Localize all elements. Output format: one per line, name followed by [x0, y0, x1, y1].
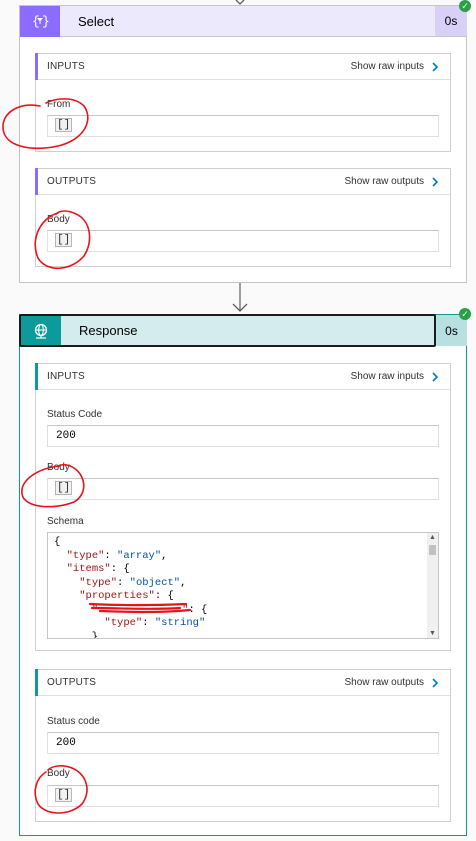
chevron-right-icon[interactable]	[430, 677, 440, 688]
response-success-check-icon: ✓	[459, 308, 471, 320]
select-from-label: From	[47, 99, 71, 110]
select-inputs-section: INPUTS Show raw inputs	[35, 53, 451, 152]
select-inputs-label: INPUTS	[47, 61, 85, 72]
response-outputs-label: OUTPUTS	[47, 677, 97, 688]
response-inputs-label: INPUTS	[47, 371, 85, 382]
svg-text:{: {	[32, 14, 40, 29]
select-from-value-field	[47, 115, 439, 137]
select-inputs-header: INPUTS Show raw inputs	[35, 53, 450, 80]
chevron-right-icon[interactable]	[430, 176, 440, 187]
response-output-body-field	[47, 785, 439, 807]
down-arrow-icon	[232, 283, 248, 312]
response-schema-label: Schema	[47, 516, 84, 527]
chevron-right-icon[interactable]	[430, 371, 440, 382]
select-action-header[interactable]: {} Select	[19, 5, 467, 37]
response-status-code-label: Status Code	[47, 409, 103, 420]
response-output-body-value: []	[55, 788, 73, 802]
svg-text:}: }	[42, 14, 49, 29]
select-body-value-field	[47, 230, 439, 252]
select-body-label: Body	[47, 214, 70, 225]
select-show-raw-inputs-link[interactable]: Show raw inputs	[351, 61, 424, 72]
select-title: Select	[78, 13, 115, 29]
response-show-raw-outputs-link[interactable]: Show raw outputs	[345, 677, 425, 688]
response-body-value: []	[55, 481, 73, 495]
response-status-code-value: 200	[56, 430, 76, 442]
response-output-body-label: Body	[47, 768, 70, 779]
select-icon: {}	[20, 5, 60, 37]
response-body-label: Body	[47, 462, 70, 473]
select-show-raw-outputs-link[interactable]: Show raw outputs	[345, 176, 425, 187]
response-schema-editor[interactable]: { "type": "array", "items": { "type": "o…	[47, 532, 439, 639]
response-output-status-code-value: 200	[56, 737, 76, 749]
schema-code: { "type": "array", "items": { "type": "o…	[54, 536, 208, 639]
response-icon	[21, 316, 61, 345]
select-from-value: []	[55, 118, 73, 132]
select-success-check-icon: ✓	[459, 0, 471, 12]
response-action-header[interactable]: Response	[19, 314, 436, 347]
schema-scrollbar[interactable]: ▲ ▼	[427, 533, 438, 638]
response-title: Response	[79, 323, 138, 338]
select-outputs-section: OUTPUTS Show raw outputs	[35, 168, 451, 267]
response-outputs-header: OUTPUTS Show raw outputs	[35, 669, 450, 696]
response-show-raw-inputs-link[interactable]: Show raw inputs	[351, 371, 424, 382]
chevron-right-icon[interactable]	[430, 61, 440, 72]
response-output-status-code-label: Status code	[47, 716, 100, 727]
select-body-value: []	[55, 233, 73, 247]
response-output-status-code-field: 200	[47, 732, 439, 754]
response-status-code-field: 200	[47, 425, 439, 447]
select-outputs-label: OUTPUTS	[47, 176, 97, 187]
response-inputs-header: INPUTS Show raw inputs	[35, 363, 450, 390]
response-body-field	[47, 478, 439, 500]
select-outputs-header: OUTPUTS Show raw outputs	[35, 168, 450, 195]
